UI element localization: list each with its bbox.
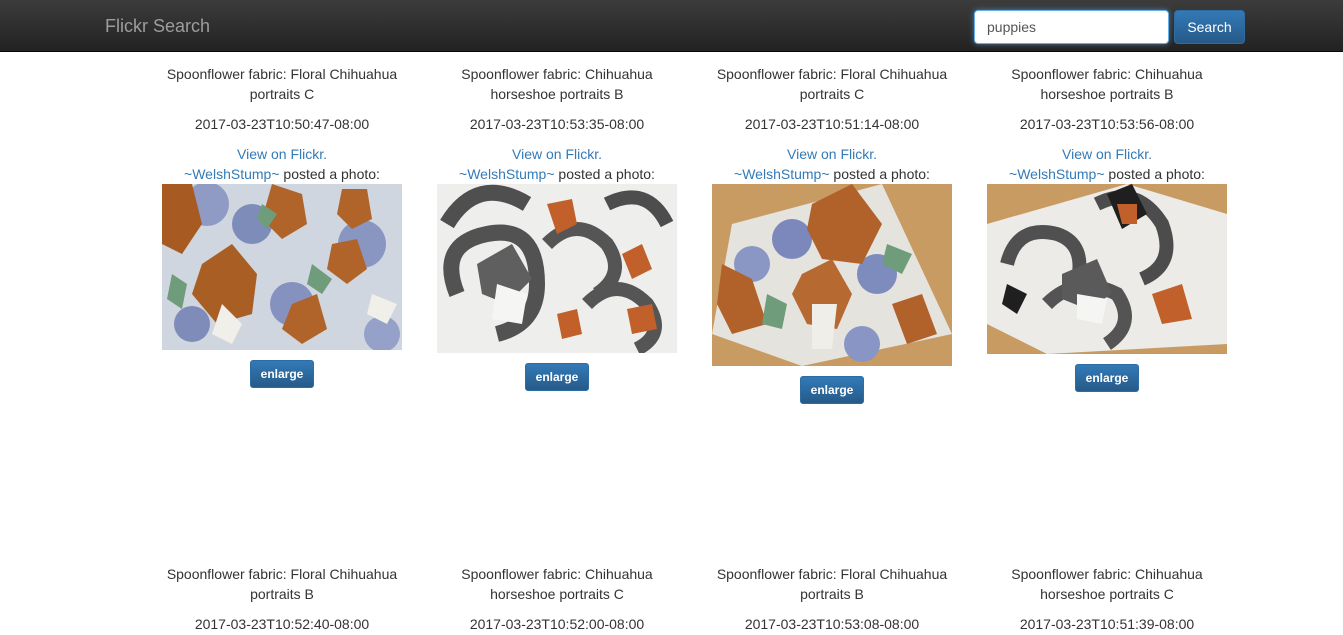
posted-text: posted a photo:	[279, 166, 380, 182]
posted-text: posted a photo:	[554, 166, 655, 182]
photo-title: Spoonflower fabric: Chihuahua horseshoe …	[461, 66, 653, 102]
photo-card: Spoonflower fabric: Floral Chihuahua por…	[162, 64, 402, 388]
enlarge-button[interactable]: enlarge	[249, 360, 315, 388]
view-on-flickr-link[interactable]: View on Flickr.	[237, 146, 327, 162]
author-link[interactable]: ~WelshStump~	[459, 166, 554, 182]
photo-title: Spoonflower fabric: Chihuahua horseshoe …	[461, 566, 653, 602]
photo-date: 2017-03-23T10:53:08-08:00	[744, 616, 920, 632]
photo-card: Spoonflower fabric: Floral Chihuahua por…	[712, 564, 952, 634]
posted-text: posted a photo:	[1104, 166, 1205, 182]
photo-date: 2017-03-23T10:53:35-08:00	[469, 116, 645, 132]
search-button[interactable]: Search	[1174, 10, 1245, 44]
author-link[interactable]: ~WelshStump~	[734, 166, 829, 182]
photo-card: Spoonflower fabric: Chihuahua horseshoe …	[437, 64, 677, 391]
photo-card: Spoonflower fabric: Floral Chihuahua por…	[712, 64, 952, 404]
photo-title: Spoonflower fabric: Floral Chihuahua por…	[716, 566, 948, 602]
posted-text: posted a photo:	[829, 166, 930, 182]
photo-date: 2017-03-23T10:53:56-08:00	[1019, 116, 1195, 132]
search-input[interactable]	[974, 10, 1169, 44]
enlarge-button[interactable]: enlarge	[1074, 364, 1140, 392]
photo-title: Spoonflower fabric: Floral Chihuahua por…	[716, 66, 948, 102]
photo-thumbnail[interactable]	[712, 184, 952, 366]
view-on-flickr-link[interactable]: View on Flickr.	[1062, 146, 1152, 162]
navbar: Flickr Search Search	[0, 0, 1343, 52]
photo-card: Spoonflower fabric: Chihuahua horseshoe …	[987, 64, 1227, 392]
enlarge-button[interactable]: enlarge	[799, 376, 865, 404]
brand-title[interactable]: Flickr Search	[105, 16, 210, 37]
photo-date: 2017-03-23T10:52:00-08:00	[469, 616, 645, 632]
photo-card: Spoonflower fabric: Chihuahua horseshoe …	[987, 564, 1227, 634]
photo-title: Spoonflower fabric: Floral Chihuahua por…	[166, 566, 398, 602]
photo-date: 2017-03-23T10:51:39-08:00	[1019, 616, 1195, 632]
author-link[interactable]: ~WelshStump~	[184, 166, 279, 182]
photo-thumbnail[interactable]	[162, 184, 402, 350]
photo-thumbnail[interactable]	[987, 184, 1227, 354]
view-on-flickr-link[interactable]: View on Flickr.	[787, 146, 877, 162]
photo-date: 2017-03-23T10:51:14-08:00	[744, 116, 920, 132]
photo-thumbnail[interactable]	[437, 184, 677, 353]
view-on-flickr-link[interactable]: View on Flickr.	[512, 146, 602, 162]
photo-date: 2017-03-23T10:50:47-08:00	[194, 116, 370, 132]
enlarge-button[interactable]: enlarge	[524, 363, 590, 391]
photo-card: Spoonflower fabric: Chihuahua horseshoe …	[437, 564, 677, 634]
photo-title: Spoonflower fabric: Chihuahua horseshoe …	[1011, 66, 1203, 102]
photo-date: 2017-03-23T10:52:40-08:00	[194, 616, 370, 632]
author-link[interactable]: ~WelshStump~	[1009, 166, 1104, 182]
photo-title: Spoonflower fabric: Chihuahua horseshoe …	[1011, 566, 1203, 602]
photo-card: Spoonflower fabric: Floral Chihuahua por…	[162, 564, 402, 634]
photo-title: Spoonflower fabric: Floral Chihuahua por…	[166, 66, 398, 102]
